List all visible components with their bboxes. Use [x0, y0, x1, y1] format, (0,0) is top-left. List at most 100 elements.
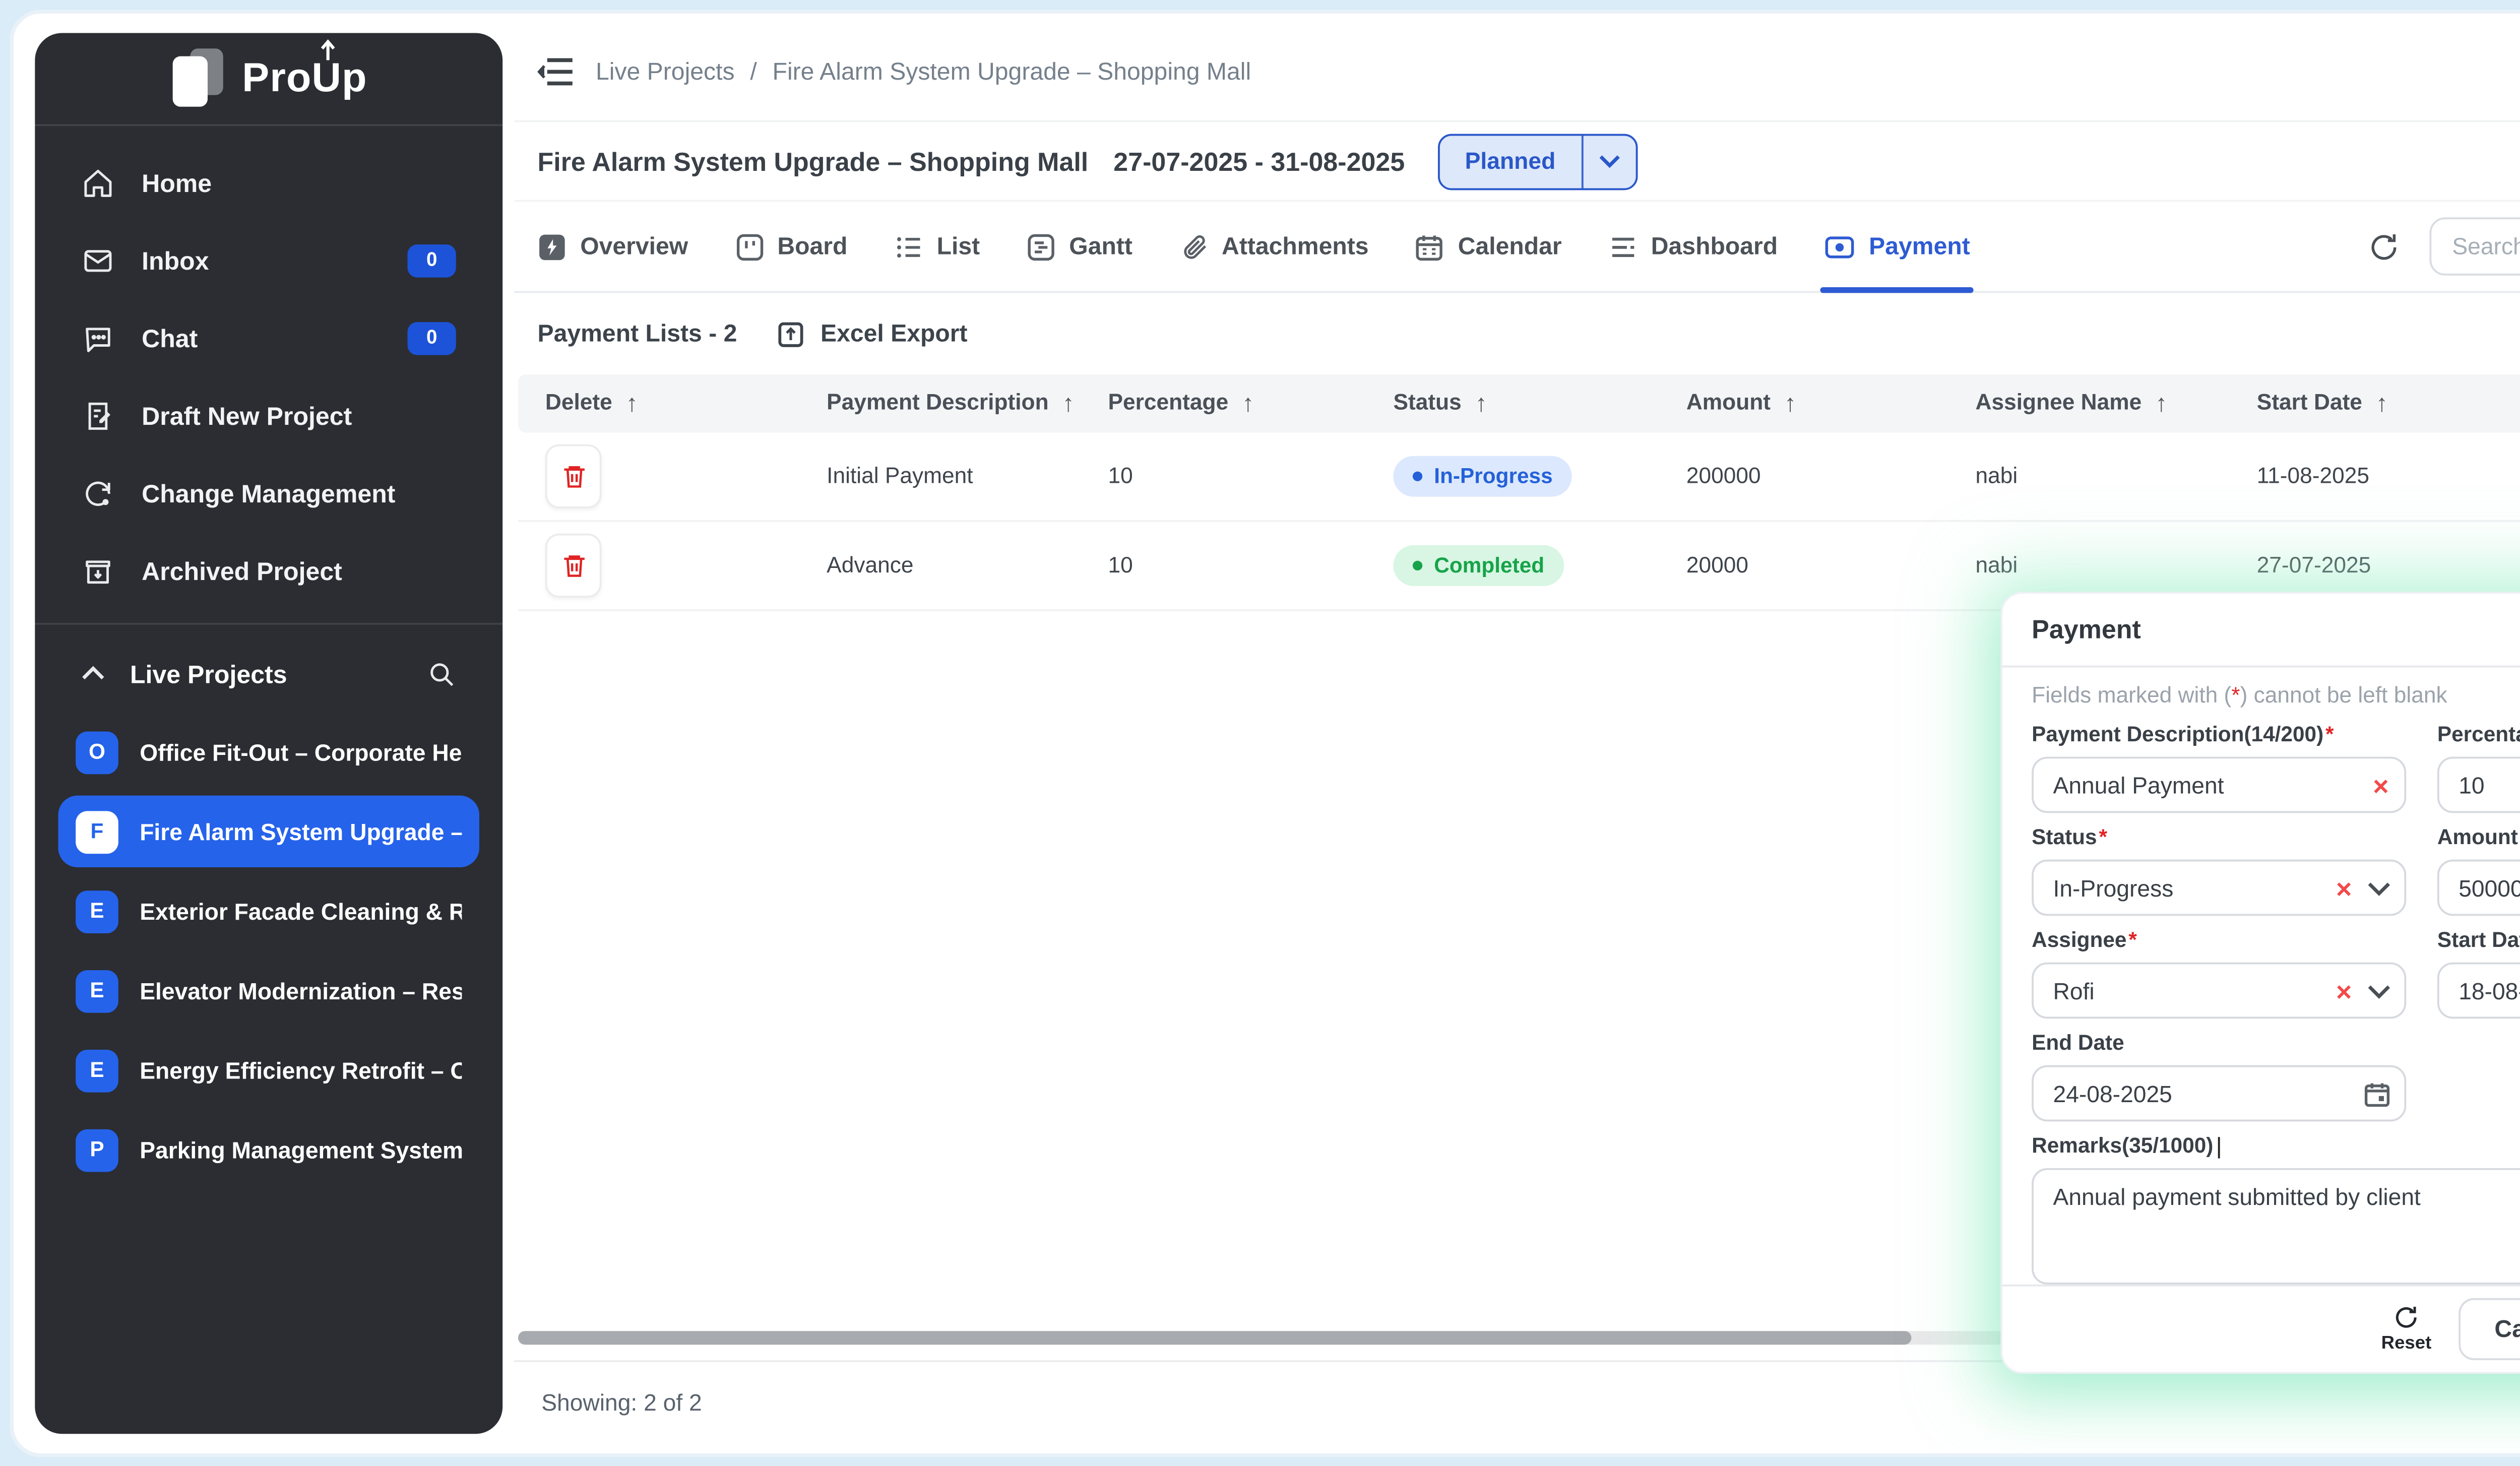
breadcrumb-live-projects[interactable]: Live Projects: [596, 58, 735, 86]
field-amount: Amount ×: [2437, 826, 2520, 916]
calendar-icon[interactable]: [2364, 1080, 2391, 1107]
payment-modal: Payment × Fields marked with (*) cannot …: [2002, 594, 2520, 1372]
tab-dashboard[interactable]: Dashboard: [1608, 202, 1778, 291]
cell-start-date: 27-07-2025: [2230, 554, 2520, 577]
column-header-delete[interactable]: Delete↑: [518, 390, 799, 417]
sort-arrow-icon[interactable]: ↑: [1242, 390, 1254, 417]
project-item-energy-efficiency[interactable]: E Energy Efficiency Retrofit – Offic...: [58, 1034, 479, 1106]
breadcrumb-current: Fire Alarm System Upgrade – Shopping Mal…: [773, 58, 1251, 86]
column-header-amount[interactable]: Amount↑: [1659, 390, 1948, 417]
chevron-down-icon[interactable]: [2367, 880, 2390, 896]
sidebar-item-label: Inbox: [142, 245, 209, 275]
sidebar-item-label: Chat: [142, 323, 198, 352]
column-header-status[interactable]: Status↑: [1366, 390, 1659, 417]
calendar-icon: [1415, 232, 1444, 261]
tab-overview[interactable]: Overview: [538, 202, 688, 291]
project-label: Elevator Modernization – Reside...: [140, 977, 462, 1004]
cell-assignee: nabi: [1948, 554, 2230, 577]
project-item-elevator-modernization[interactable]: E Elevator Modernization – Reside...: [58, 954, 479, 1026]
tab-calendar[interactable]: Calendar: [1415, 202, 1562, 291]
start-date-input[interactable]: [2437, 963, 2520, 1019]
field-percentage: Percentage ×: [2437, 724, 2520, 813]
archive-box-icon: [82, 554, 114, 587]
breadcrumb-separator: /: [750, 58, 757, 86]
sort-arrow-icon[interactable]: ↑: [1784, 390, 1796, 417]
sidebar-item-home[interactable]: Home: [60, 144, 477, 221]
percentage-input[interactable]: [2437, 757, 2520, 813]
tab-attachments[interactable]: Attachments: [1179, 202, 1368, 291]
excel-export-button[interactable]: Excel Export: [776, 319, 967, 348]
project-search-icon[interactable]: [427, 659, 456, 688]
project-item-parking-management[interactable]: P Parking Management System In...: [58, 1114, 479, 1185]
home-icon: [82, 166, 114, 199]
tab-gantt[interactable]: Gantt: [1027, 202, 1132, 291]
project-date-range: 27-07-2025 - 31-08-2025: [1113, 147, 1405, 176]
required-fields-hint: Fields marked with (*) cannot be left bl…: [2032, 685, 2520, 708]
field-end-date: End Date: [2032, 1032, 2406, 1121]
modal-header: Payment ×: [2002, 594, 2520, 667]
grid-spacer: [2437, 1032, 2520, 1121]
project-item-exterior-facade[interactable]: E Exterior Facade Cleaning & Repa...: [58, 875, 479, 946]
field-status: Status ×: [2032, 826, 2406, 916]
collapse-sidebar-icon[interactable]: [538, 56, 575, 88]
column-header-description[interactable]: Payment Description↑: [799, 390, 1081, 417]
column-header-assignee[interactable]: Assignee Name↑: [1948, 390, 2230, 417]
inbox-count-badge: 0: [408, 243, 456, 276]
sidebar-item-chat[interactable]: Chat 0: [60, 299, 477, 376]
app-frame: ProUp Home Inbox 0 Chat 0 Draft New Proj…: [10, 10, 2520, 1456]
cancel-button[interactable]: Cancel: [2459, 1298, 2520, 1360]
column-header-percentage[interactable]: Percentage↑: [1081, 390, 1366, 417]
paperclip-icon: [1179, 232, 1208, 261]
reset-button[interactable]: Reset: [2381, 1304, 2432, 1354]
sidebar-item-draft-new-project[interactable]: Draft New Project: [60, 376, 477, 454]
sort-arrow-icon[interactable]: ↑: [2376, 390, 2388, 417]
refresh-icon[interactable]: [2367, 230, 2400, 263]
amount-input[interactable]: [2437, 860, 2520, 916]
delete-payment-button[interactable]: [545, 444, 602, 508]
sidebar-item-change-management[interactable]: Change Management: [60, 454, 477, 532]
tab-board[interactable]: Board: [735, 202, 848, 291]
clear-icon[interactable]: ×: [2336, 874, 2352, 902]
payment-description-input[interactable]: [2032, 757, 2406, 813]
project-item-office-fit-out[interactable]: O Office Fit-Out – Corporate Head...: [58, 716, 479, 788]
project-label: Office Fit-Out – Corporate Head...: [140, 738, 462, 766]
sidebar-section-live-projects[interactable]: Live Projects: [35, 634, 502, 712]
sort-arrow-icon[interactable]: ↑: [1475, 390, 1487, 417]
search-input[interactable]: [2429, 217, 2520, 276]
percentage-label: Percentage: [2437, 724, 2520, 747]
chevron-down-icon[interactable]: [2367, 983, 2390, 998]
scrollbar-thumb[interactable]: [518, 1330, 1912, 1344]
sort-arrow-icon[interactable]: ↑: [1062, 390, 1075, 417]
trash-icon: [560, 462, 587, 491]
amount-label: Amount: [2437, 826, 2520, 850]
status-select-divider: [1581, 135, 1583, 187]
clear-icon[interactable]: ×: [2336, 977, 2352, 1004]
search-box: [2429, 217, 2520, 276]
logo-up-arrow-icon: [318, 38, 337, 61]
tab-list[interactable]: List: [894, 202, 980, 291]
sort-arrow-icon[interactable]: ↑: [2155, 390, 2167, 417]
tab-payment[interactable]: Payment: [1824, 202, 1970, 291]
refresh-icon: [2393, 1304, 2420, 1331]
sidebar-item-archived-project[interactable]: Archived Project: [60, 532, 477, 609]
sidebar-item-inbox[interactable]: Inbox 0: [60, 221, 477, 299]
clear-icon[interactable]: ×: [2373, 771, 2389, 798]
remarks-textarea[interactable]: Annual payment submitted by client: [2032, 1168, 2520, 1285]
project-label: Energy Efficiency Retrofit – Offic...: [140, 1056, 462, 1083]
cell-start-date: 11-08-2025: [2230, 465, 2520, 488]
project-status-select[interactable]: Planned: [1438, 133, 1638, 189]
column-header-start-date[interactable]: Start Date↑: [2230, 390, 2520, 417]
sort-arrow-icon[interactable]: ↑: [626, 390, 638, 417]
trash-icon: [560, 551, 587, 580]
status-badge: In-Progress: [1393, 456, 1572, 497]
table-row: Initial Payment 10 In-Progress 200000 na…: [518, 433, 2520, 522]
delete-payment-button[interactable]: [545, 534, 602, 598]
board-icon: [735, 232, 764, 261]
end-date-input[interactable]: [2032, 1065, 2406, 1122]
change-management-icon: [82, 476, 114, 509]
modal-body: Fields marked with (*) cannot be left bl…: [2002, 667, 2520, 1284]
project-item-fire-alarm-active[interactable]: F Fire Alarm System Upgrade – Sh...: [58, 796, 479, 867]
table-footer: Showing: 2 of 2 1 10: [514, 1359, 2520, 1443]
cell-percentage: 10: [1081, 465, 1366, 488]
chat-count-badge: 0: [408, 321, 456, 354]
